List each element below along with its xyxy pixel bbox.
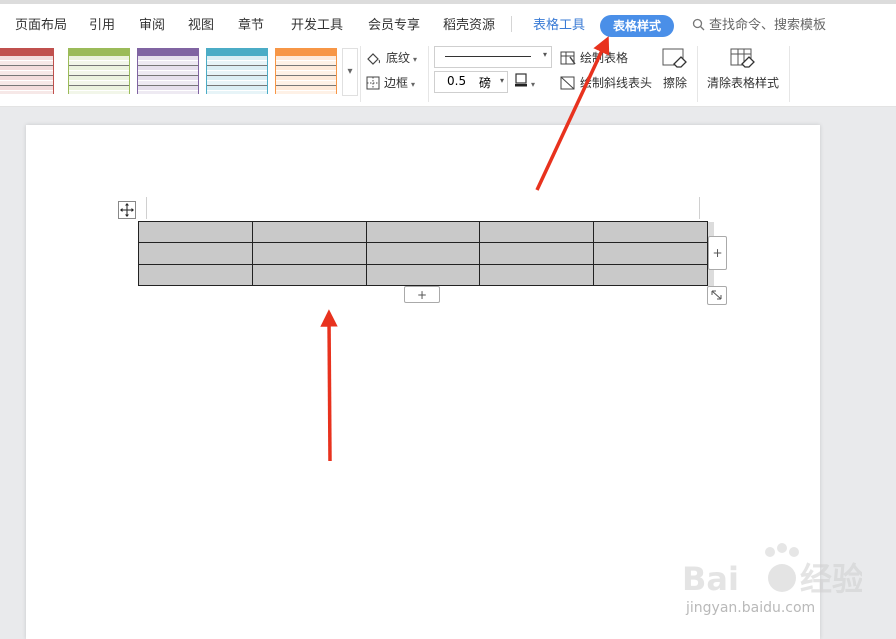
table-row bbox=[138, 242, 708, 265]
line-weight-unit: 磅 bbox=[479, 76, 492, 90]
table-cell[interactable] bbox=[593, 242, 708, 265]
line-color-button[interactable]: ▾ bbox=[514, 73, 535, 90]
command-search[interactable]: 查找命令、搜索模板 bbox=[692, 14, 826, 33]
table-move-handle[interactable] bbox=[118, 201, 136, 219]
tab-table-style[interactable]: 表格样式 bbox=[600, 15, 674, 37]
tab-page-layout[interactable]: 页面布局 bbox=[15, 14, 67, 33]
gallery-more-button[interactable]: ▾ bbox=[342, 48, 358, 96]
paint-bucket-icon bbox=[367, 53, 380, 65]
table-cell[interactable] bbox=[479, 220, 595, 244]
table-cell[interactable] bbox=[138, 263, 253, 287]
ribbon-divider bbox=[789, 46, 790, 102]
chevron-down-icon: ▾ bbox=[413, 55, 418, 64]
chevron-down-icon: ▾ bbox=[499, 76, 504, 85]
watermark-url: jingyan.baidu.com bbox=[686, 600, 816, 616]
margin-marker-right bbox=[699, 197, 700, 219]
table-cell[interactable] bbox=[593, 220, 708, 244]
chevron-down-icon: ▾ bbox=[411, 80, 416, 89]
table-cell[interactable] bbox=[479, 263, 595, 287]
border-label: 边框 bbox=[384, 76, 409, 90]
menu-divider bbox=[511, 16, 512, 32]
swatch-body-rows bbox=[137, 56, 199, 94]
tab-docer-resources[interactable]: 稻壳资源 bbox=[443, 14, 495, 33]
swatch-header-band bbox=[137, 48, 199, 56]
table-cell[interactable] bbox=[251, 242, 367, 265]
table-cell[interactable] bbox=[593, 263, 708, 287]
table-row bbox=[138, 220, 708, 244]
tab-review[interactable]: 审阅 bbox=[139, 14, 165, 33]
margin-marker-left bbox=[146, 197, 147, 219]
clear-style-icon bbox=[730, 48, 755, 68]
table-cell[interactable] bbox=[365, 263, 481, 287]
line-weight-select[interactable]: 0.5 磅 ▾ bbox=[434, 71, 508, 93]
ribbon-divider bbox=[360, 46, 361, 102]
tab-view[interactable]: 视图 bbox=[188, 14, 214, 33]
table-cell[interactable] bbox=[251, 220, 367, 244]
line-style-select[interactable]: ▾ bbox=[434, 46, 552, 68]
table-cell[interactable] bbox=[365, 242, 481, 265]
swatch-header-band bbox=[68, 48, 130, 56]
swatch-body-rows bbox=[68, 56, 130, 94]
chevron-down-icon: ▾ bbox=[542, 50, 547, 59]
swatch-header-band bbox=[0, 48, 54, 56]
diagonal-header-icon bbox=[560, 76, 575, 90]
table-cell[interactable] bbox=[138, 242, 253, 265]
border-grid-icon bbox=[366, 76, 380, 90]
swatch-header-band bbox=[275, 48, 337, 56]
table-style-swatch[interactable] bbox=[0, 48, 54, 94]
tab-developer[interactable]: 开发工具 bbox=[291, 14, 343, 33]
table-cell[interactable] bbox=[365, 220, 481, 244]
draw-diagonal-header-button[interactable]: 绘制斜线表头 bbox=[560, 74, 652, 91]
swatch-body-rows bbox=[206, 56, 268, 94]
table-cell[interactable] bbox=[251, 263, 367, 287]
shading-label: 底纹 bbox=[386, 51, 411, 65]
pen-color-icon bbox=[515, 73, 527, 87]
add-column-button[interactable]: + bbox=[708, 236, 727, 270]
eraser-icon bbox=[662, 48, 687, 68]
clear-style-label: 清除表格样式 bbox=[706, 76, 779, 90]
menu-bar: 页面布局 引用 审阅 视图 章节 开发工具 会员专享 稻壳资源 表格工具 表格样… bbox=[0, 4, 896, 40]
search-icon bbox=[692, 18, 705, 31]
ribbon-divider bbox=[697, 46, 698, 102]
document-table[interactable] bbox=[138, 220, 708, 287]
table-cell[interactable] bbox=[479, 242, 595, 265]
shading-button[interactable]: 底纹 ▾ bbox=[366, 49, 417, 66]
draw-table-icon bbox=[560, 51, 576, 65]
table-row bbox=[138, 263, 708, 287]
border-button[interactable]: 边框 ▾ bbox=[366, 74, 415, 91]
erase-button[interactable]: 擦除 bbox=[658, 48, 692, 91]
draw-table-label: 绘制表格 bbox=[580, 51, 629, 65]
line-style-preview bbox=[445, 56, 531, 57]
line-weight-value: 0.5 bbox=[447, 74, 467, 88]
tab-member[interactable]: 会员专享 bbox=[368, 14, 420, 33]
add-row-button[interactable]: + bbox=[404, 286, 440, 303]
table-style-swatch[interactable] bbox=[68, 48, 130, 94]
chevron-down-icon: ▾ bbox=[531, 80, 536, 89]
table-cell[interactable] bbox=[138, 220, 253, 244]
table-style-swatch[interactable] bbox=[137, 48, 199, 94]
tab-references[interactable]: 引用 bbox=[89, 14, 115, 33]
move-icon bbox=[120, 203, 134, 217]
erase-label: 擦除 bbox=[662, 76, 687, 90]
swatch-header-band bbox=[206, 48, 268, 56]
draw-table-button[interactable]: 绘制表格 bbox=[560, 49, 628, 66]
clear-table-style-button[interactable]: 清除表格样式 bbox=[705, 48, 781, 91]
table-style-swatch[interactable] bbox=[275, 48, 337, 94]
ribbon: ▾ 底纹 ▾ 边框 ▾ ▾ 0.5 磅 ▾ ▾ 绘制表格 绘制斜线表头 擦除 清除表… bbox=[0, 40, 896, 107]
tab-section[interactable]: 章节 bbox=[238, 14, 264, 33]
swatch-body-rows bbox=[0, 56, 54, 94]
resize-diagonal-icon bbox=[711, 290, 722, 300]
table-style-swatch[interactable] bbox=[206, 48, 268, 94]
swatch-body-rows bbox=[275, 56, 337, 94]
tab-table-tools[interactable]: 表格工具 bbox=[533, 14, 585, 33]
draw-diagonal-label: 绘制斜线表头 bbox=[580, 76, 653, 90]
ribbon-divider bbox=[428, 46, 429, 102]
search-placeholder: 查找命令、搜索模板 bbox=[709, 18, 827, 33]
table-resize-handle[interactable] bbox=[707, 286, 727, 305]
